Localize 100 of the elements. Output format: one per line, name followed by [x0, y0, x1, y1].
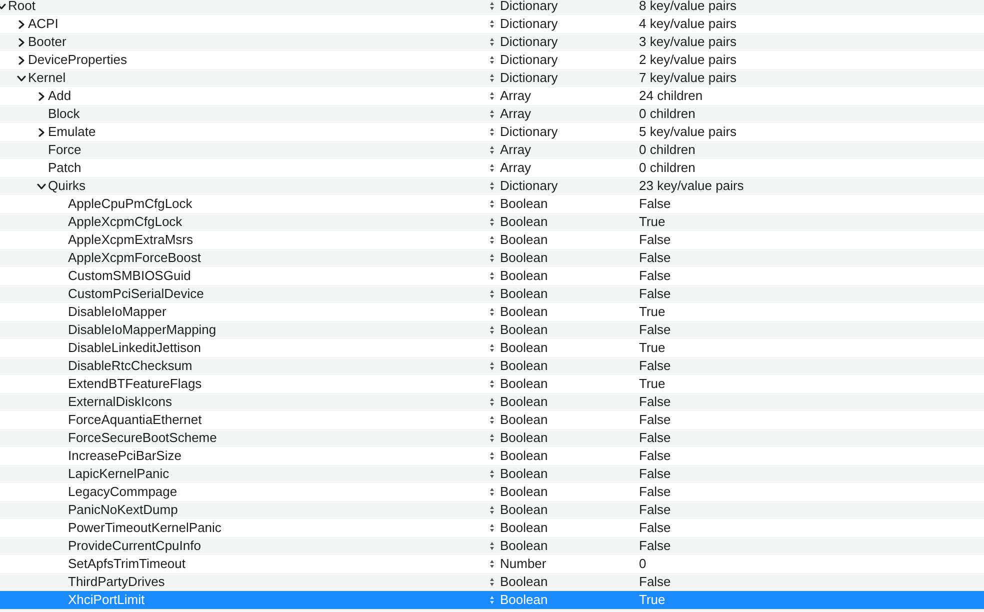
- chevron-down-icon[interactable]: [17, 74, 26, 82]
- up-down-arrows-icon: [490, 524, 494, 532]
- tree-row[interactable]: ExtendBTFeatureFlags Boolean True: [0, 375, 984, 393]
- tree-row[interactable]: DeviceProperties Dictionary 2 key/value pairs: [0, 51, 984, 69]
- chevron-right-icon[interactable]: [17, 56, 26, 64]
- type-popup[interactable]: Dictionary: [490, 0, 558, 14]
- type-popup[interactable]: Boolean: [490, 232, 548, 248]
- type-popup[interactable]: Boolean: [490, 268, 548, 284]
- up-down-arrows-icon: [490, 182, 494, 190]
- type-popup[interactable]: Boolean: [490, 322, 548, 338]
- up-down-arrows-icon: [490, 470, 494, 478]
- value-label: 7 key/value pairs: [639, 70, 737, 86]
- key-label: AppleCpuPmCfgLock: [68, 196, 192, 212]
- key-label: Emulate: [48, 124, 96, 140]
- type-popup[interactable]: Boolean: [490, 538, 548, 554]
- key-label: AppleXcpmCfgLock: [68, 214, 182, 230]
- key-label: LapicKernelPanic: [68, 466, 170, 482]
- tree-row[interactable]: AppleCpuPmCfgLock Boolean False: [0, 195, 984, 213]
- key-label: Block: [48, 106, 80, 122]
- type-popup[interactable]: Dictionary: [490, 34, 558, 50]
- up-down-arrows-icon: [490, 74, 494, 82]
- type-popup[interactable]: Dictionary: [490, 178, 558, 194]
- chevron-right-icon[interactable]: [37, 92, 46, 100]
- tree-row[interactable]: Patch Array 0 children: [0, 159, 984, 177]
- value-label: False: [639, 286, 671, 302]
- chevron-right-icon[interactable]: [17, 38, 26, 46]
- value-label: 8 key/value pairs: [639, 0, 737, 14]
- chevron-down-icon[interactable]: [37, 182, 46, 190]
- up-down-arrows-icon: [490, 146, 494, 154]
- value-label: False: [639, 196, 671, 212]
- type-popup[interactable]: Array: [490, 106, 532, 122]
- type-popup[interactable]: Boolean: [490, 286, 548, 302]
- tree-row[interactable]: DisableIoMapper Boolean True: [0, 303, 984, 321]
- value-label: False: [639, 574, 671, 590]
- value-label: True: [639, 376, 666, 392]
- key-label: DisableIoMapperMapping: [68, 322, 216, 338]
- type-popup[interactable]: Boolean: [490, 466, 548, 482]
- key-label: CustomPciSerialDevice: [68, 286, 204, 302]
- tree-row[interactable]: ForceAquantiaEthernet Boolean False: [0, 411, 984, 429]
- type-popup[interactable]: Dictionary: [490, 16, 558, 32]
- key-label: IncreasePciBarSize: [68, 448, 182, 464]
- type-popup[interactable]: Boolean: [490, 502, 548, 518]
- type-popup[interactable]: Boolean: [490, 394, 548, 410]
- type-popup[interactable]: Number: [490, 556, 546, 572]
- tree-row[interactable]: PowerTimeoutKernelPanic Boolean False: [0, 519, 984, 537]
- chevron-right-icon[interactable]: [17, 20, 26, 28]
- type-popup[interactable]: Boolean: [490, 250, 548, 266]
- value-label: False: [639, 232, 671, 248]
- type-popup[interactable]: Boolean: [490, 448, 548, 464]
- type-popup[interactable]: Boolean: [490, 358, 548, 374]
- up-down-arrows-icon: [490, 128, 494, 136]
- up-down-arrows-icon: [490, 290, 494, 298]
- type-popup[interactable]: Array: [490, 160, 532, 176]
- value-label: False: [639, 412, 671, 428]
- tree-row[interactable]: CustomSMBIOSGuid Boolean False: [0, 267, 984, 285]
- key-label: ExternalDiskIcons: [68, 394, 172, 410]
- type-popup[interactable]: Boolean: [490, 196, 548, 212]
- tree-row[interactable]: Emulate Dictionary 5 key/value pairs: [0, 123, 984, 141]
- type-popup[interactable]: Boolean: [490, 340, 548, 356]
- key-label: DisableLinkeditJettison: [68, 340, 201, 356]
- key-label: Root: [8, 0, 36, 14]
- type-popup[interactable]: Array: [490, 142, 532, 158]
- tree-row[interactable]: SetApfsTrimTimeout Number 0: [0, 555, 984, 573]
- type-popup[interactable]: Boolean: [490, 304, 548, 320]
- tree-row[interactable]: LegacyCommpage Boolean False: [0, 483, 984, 501]
- type-popup[interactable]: Boolean: [490, 430, 548, 446]
- type-popup[interactable]: Dictionary: [490, 70, 558, 86]
- tree-row[interactable]: ACPI Dictionary 4 key/value pairs: [0, 15, 984, 33]
- type-popup[interactable]: Dictionary: [490, 52, 558, 68]
- value-label: 4 key/value pairs: [639, 16, 737, 32]
- up-down-arrows-icon: [490, 110, 494, 118]
- type-popup[interactable]: Boolean: [490, 376, 548, 392]
- type-popup[interactable]: Array: [490, 88, 532, 104]
- key-label: SetApfsTrimTimeout: [68, 556, 186, 572]
- value-label: False: [639, 322, 671, 338]
- chevron-right-icon[interactable]: [37, 128, 46, 136]
- tree-row[interactable]: AppleXcpmExtraMsrs Boolean False: [0, 231, 984, 249]
- value-label: 0 children: [639, 106, 696, 122]
- tree-row[interactable]: IncreasePciBarSize Boolean False: [0, 447, 984, 465]
- value-label: False: [639, 502, 671, 518]
- type-popup[interactable]: Boolean: [490, 484, 548, 500]
- type-popup[interactable]: Boolean: [490, 214, 548, 230]
- value-label: True: [639, 214, 666, 230]
- key-label: ACPI: [28, 16, 58, 32]
- up-down-arrows-icon: [490, 344, 494, 352]
- key-label: LegacyCommpage: [68, 484, 178, 500]
- type-popup[interactable]: Boolean: [490, 520, 548, 536]
- type-popup[interactable]: Dictionary: [490, 124, 558, 140]
- value-label: False: [639, 358, 671, 374]
- type-popup[interactable]: Boolean: [490, 412, 548, 428]
- tree-row[interactable]: Add Array 24 children: [0, 87, 984, 105]
- value-label: False: [639, 538, 671, 554]
- value-label: False: [639, 484, 671, 500]
- up-down-arrows-icon: [490, 200, 494, 208]
- value-label: 0 children: [639, 142, 696, 158]
- key-label: ForceAquantiaEthernet: [68, 412, 202, 428]
- type-popup[interactable]: Boolean: [490, 574, 548, 590]
- chevron-down-icon[interactable]: [0, 2, 6, 10]
- key-label: AppleXcpmExtraMsrs: [68, 232, 193, 248]
- tree-row[interactable]: DisableLinkeditJettison Boolean True: [0, 339, 984, 357]
